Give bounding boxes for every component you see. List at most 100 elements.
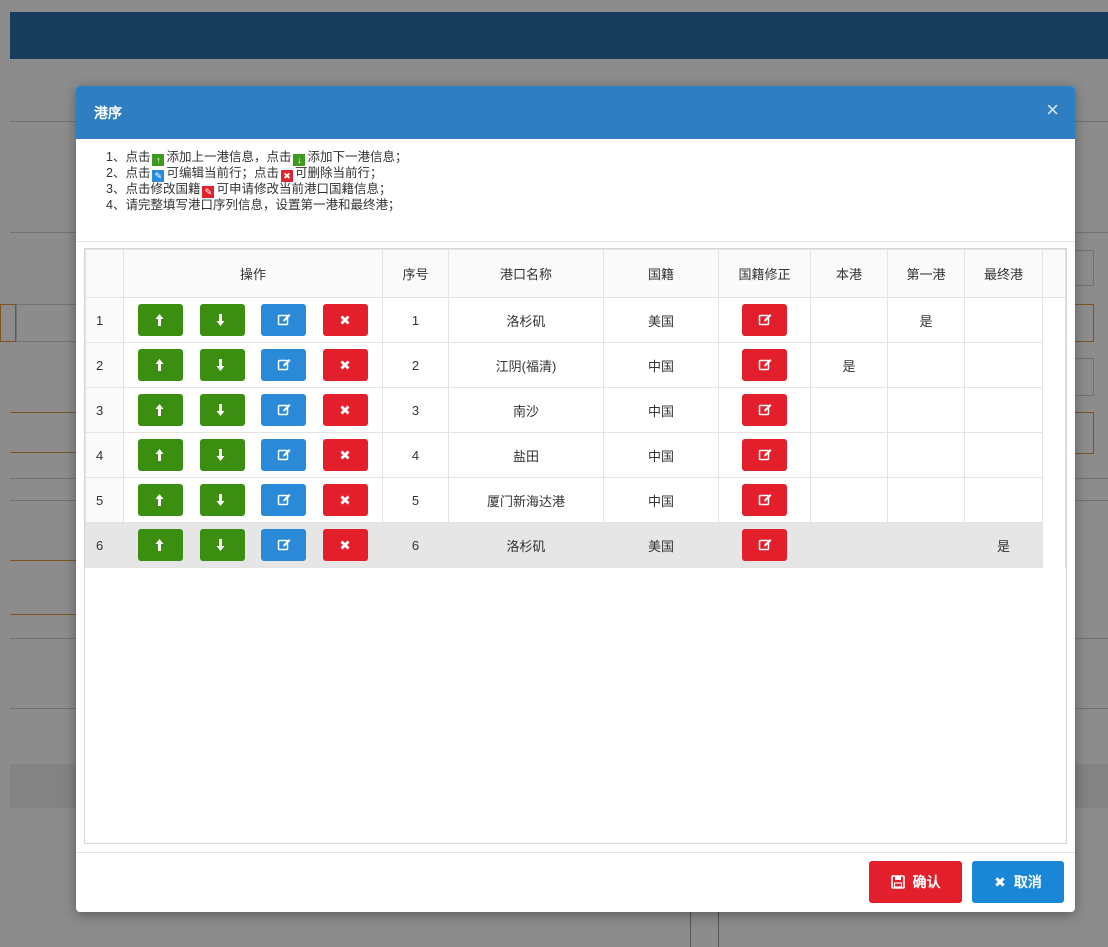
final-port-cell: [964, 387, 1043, 433]
instruction-line-2: 2、点击 ✎ 可编辑当前行；点击 ✖ 可删除当前行；: [106, 166, 383, 182]
close-icon[interactable]: ×: [1046, 98, 1059, 122]
first-port-cell: [887, 432, 965, 478]
instruction-line-1: 1、点击 ↑ 添加上一港信息，点击 ↓ 添加下一港信息；: [106, 150, 408, 166]
header-this-port[interactable]: 本港: [810, 249, 888, 298]
table-row[interactable]: 5 5 厦门新海达港 中国: [85, 477, 1066, 523]
confirm-label: 确认: [912, 874, 941, 890]
arrow-down-icon: [215, 358, 229, 372]
seq-cell: 2: [382, 342, 449, 388]
close-icon: ✖: [994, 873, 1006, 890]
final-port-cell: 是: [964, 522, 1043, 568]
delete-icon: [338, 313, 352, 327]
op-cell: [123, 432, 383, 478]
first-port-cell: [887, 477, 965, 523]
delete-row-button[interactable]: [322, 349, 368, 381]
add-next-port-button[interactable]: [199, 484, 245, 516]
add-next-port-button[interactable]: [199, 394, 245, 426]
op-cell: [123, 297, 383, 343]
row-number: 2: [85, 342, 124, 388]
nation-cell: 中国: [603, 477, 719, 523]
table-row[interactable]: 1 1 洛杉矶 美国是: [85, 297, 1066, 343]
op-cell: [123, 387, 383, 433]
nation-fix-cell: [718, 477, 811, 523]
arrow-up-icon: ↑: [152, 154, 165, 166]
scroll-spacer-cell: [1042, 522, 1066, 568]
delete-row-button[interactable]: [322, 529, 368, 561]
port-name-cell: 江阴(福清): [448, 342, 604, 388]
table-row[interactable]: 4 4 盐田 中国: [85, 432, 1066, 478]
instruction-line-4: 4、请完整填写港口序列信息，设置第一港和最终港；: [106, 198, 401, 212]
add-prev-port-button[interactable]: [138, 394, 183, 426]
nation-fix-button[interactable]: [742, 529, 787, 561]
nation-fix-button[interactable]: [742, 349, 787, 381]
add-prev-port-button[interactable]: [138, 439, 183, 471]
row-number: 4: [85, 432, 124, 478]
edit-icon: [758, 403, 772, 417]
first-port-cell: [887, 522, 965, 568]
port-sequence-dialog: 港序 × 1、点击 ↑ 添加上一港信息，点击 ↓ 添加下一港信息； 2、点击 ✎ 可编辑当前…: [76, 86, 1075, 912]
delete-icon: [338, 493, 352, 507]
header-port[interactable]: 港口名称: [448, 249, 604, 298]
header-nation-fix[interactable]: 国籍修正: [718, 249, 811, 298]
table-row[interactable]: 2 2 江阴(福清) 中国是: [85, 342, 1066, 388]
port-name-cell: 洛杉矶: [448, 522, 604, 568]
edit-row-button[interactable]: [261, 439, 307, 471]
cancel-label: 取消: [1013, 874, 1042, 890]
scroll-spacer-cell: [1042, 297, 1066, 343]
add-next-port-button[interactable]: [199, 439, 245, 471]
header-nation[interactable]: 国籍: [603, 249, 719, 298]
dialog-header: 港序 ×: [76, 86, 1075, 139]
edit-row-button[interactable]: [261, 349, 307, 381]
add-prev-port-button[interactable]: [138, 484, 183, 516]
edit-row-button[interactable]: [261, 529, 307, 561]
delete-row-button[interactable]: [322, 394, 368, 426]
nation-fix-button[interactable]: [742, 394, 787, 426]
table-row[interactable]: 3 3 南沙 中国: [85, 387, 1066, 433]
nation-fix-button[interactable]: [742, 484, 787, 516]
nation-fix-button[interactable]: [742, 439, 787, 471]
add-prev-port-button[interactable]: [138, 304, 183, 336]
edit-row-button[interactable]: [261, 394, 307, 426]
header-seq[interactable]: 序号: [382, 249, 449, 298]
header-op[interactable]: 操作: [123, 249, 383, 298]
add-next-port-button[interactable]: [199, 304, 245, 336]
header-first-port[interactable]: 第一港: [887, 249, 965, 298]
arrow-down-icon: [215, 538, 229, 552]
header-final-port[interactable]: 最终港: [964, 249, 1043, 298]
table-row[interactable]: 6 6 洛杉矶 美国是: [85, 522, 1066, 568]
add-next-port-button[interactable]: [199, 349, 245, 381]
scroll-spacer-cell: [1042, 342, 1066, 388]
edit-row-button[interactable]: [261, 484, 307, 516]
port-name-cell: 厦门新海达港: [448, 477, 604, 523]
instructions: 1、点击 ↑ 添加上一港信息，点击 ↓ 添加下一港信息； 2、点击 ✎ 可编辑当前行；点击 ✖…: [76, 139, 1075, 242]
arrow-down-icon: ↓: [293, 154, 306, 166]
add-prev-port-button[interactable]: [138, 529, 183, 561]
op-cell: [123, 477, 383, 523]
nation-fix-cell: [718, 297, 811, 343]
delete-row-button[interactable]: [322, 304, 368, 336]
add-next-port-button[interactable]: [199, 529, 245, 561]
row-number: 1: [85, 297, 124, 343]
header-scroll-spacer: [1042, 249, 1066, 298]
this-port-cell: [810, 477, 888, 523]
final-port-cell: [964, 297, 1043, 343]
cancel-button[interactable]: ✖ 取消: [972, 861, 1064, 903]
add-prev-port-button[interactable]: [138, 349, 183, 381]
op-cell: [123, 522, 383, 568]
seq-cell: 3: [382, 387, 449, 433]
edit-icon: [758, 493, 772, 507]
nation-fix-button[interactable]: [742, 304, 787, 336]
instruction-line-3: 3、点击修改国籍 ✎ 可申请修改当前港口国籍信息；: [106, 182, 392, 198]
arrow-down-icon: [215, 448, 229, 462]
nation-fix-cell: [718, 522, 811, 568]
final-port-cell: [964, 432, 1043, 478]
edit-row-button[interactable]: [261, 304, 307, 336]
delete-row-button[interactable]: [322, 484, 368, 516]
nation-fix-cell: [718, 387, 811, 433]
confirm-button[interactable]: 确认: [869, 861, 962, 903]
nation-cell: 中国: [603, 432, 719, 478]
edit-icon: [277, 403, 291, 417]
delete-row-button[interactable]: [322, 439, 368, 471]
scroll-spacer-cell: [1042, 432, 1066, 478]
arrow-up-icon: [154, 493, 168, 507]
